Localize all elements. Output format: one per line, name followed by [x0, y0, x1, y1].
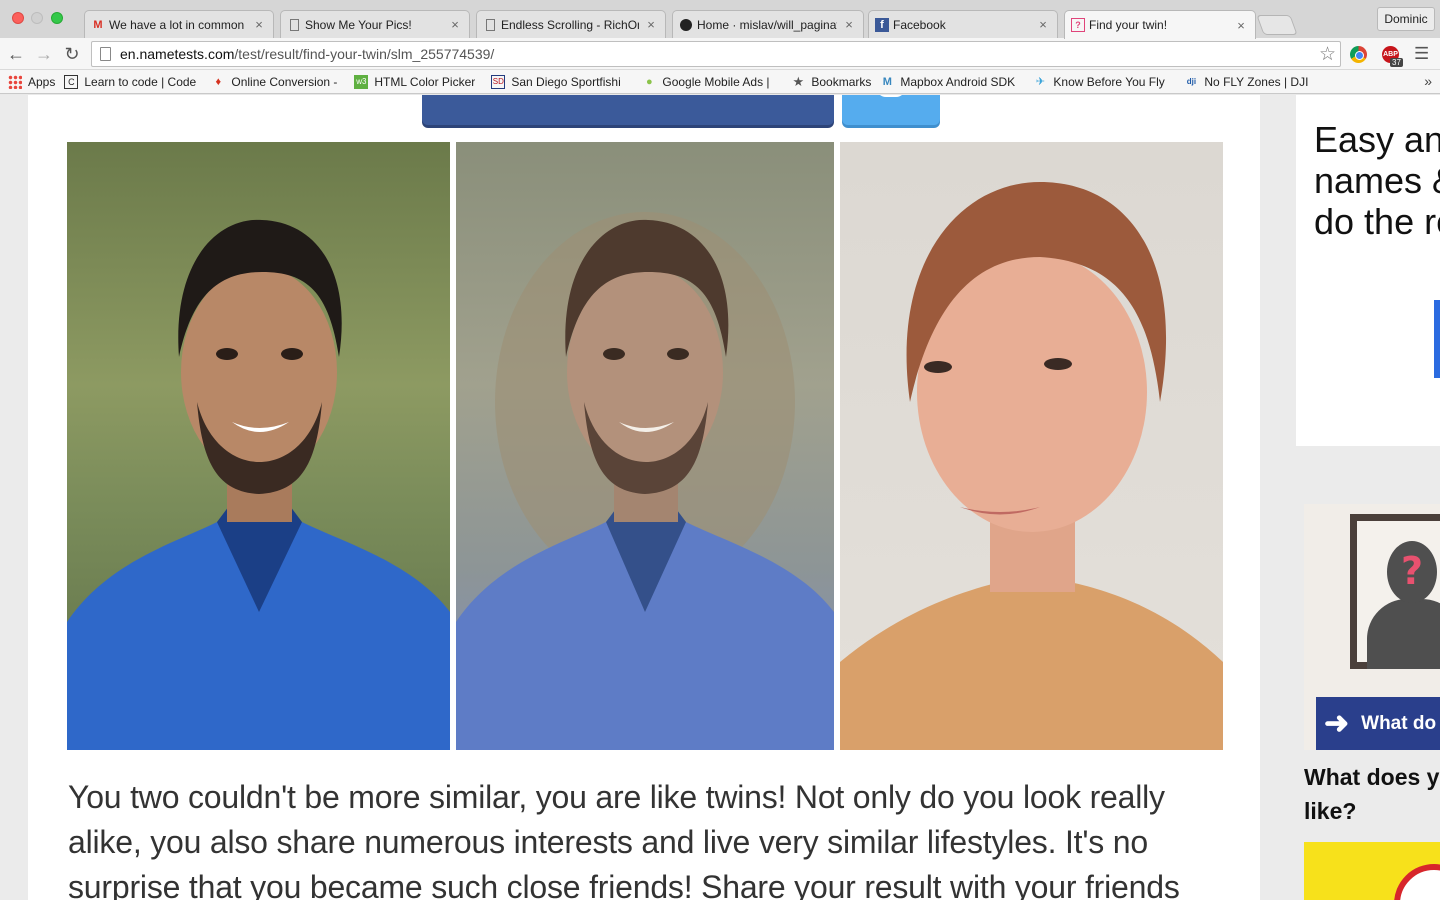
ring-graphic: [1394, 864, 1440, 900]
nametests-icon: ?: [1071, 18, 1085, 32]
bookmark-label: Online Conversion -: [231, 74, 338, 89]
bookmark-label: Bookmarks: [811, 74, 872, 89]
bookmark-label: No FLY Zones | DJI: [1204, 74, 1309, 89]
silhouette-icon: [1367, 599, 1440, 669]
facebook-icon: f: [875, 17, 889, 32]
mapbox-icon: M: [882, 75, 892, 88]
w3-icon: w3: [354, 74, 369, 89]
bookmark-know-before-you-fly[interactable]: ✈ Know Before You Fly: [1033, 75, 1175, 89]
twitter-share-button[interactable]: [842, 95, 940, 125]
tab-title: Endless Scrolling - RichOnl: [501, 17, 639, 32]
promo-headline: Easy and names & do the re: [1314, 119, 1440, 242]
tab-github[interactable]: Home · mislav/will_paginate ×: [672, 10, 864, 38]
tab-close-icon[interactable]: ×: [253, 17, 265, 32]
tab-title: Home · mislav/will_paginate: [697, 17, 837, 32]
tab-close-icon[interactable]: ×: [1037, 17, 1049, 32]
tab-facebook[interactable]: f Facebook ×: [868, 10, 1058, 38]
tab-gmail[interactable]: M We have a lot in common - ×: [84, 10, 274, 38]
result-card: You two couldn't be more similar, you ar…: [28, 95, 1260, 900]
window-minimize-button[interactable]: [31, 12, 43, 24]
adblock-count-badge: 37: [1390, 58, 1403, 67]
tab-title: We have a lot in common -: [109, 17, 247, 32]
new-tab-button[interactable]: [1256, 15, 1298, 35]
sidebar-quiz-thumbnail[interactable]: ? ➜ What do: [1304, 504, 1440, 750]
bookmark-label: Know Before You Fly: [1053, 74, 1165, 89]
picture-frame: ?: [1350, 514, 1440, 669]
arrow-right-icon: ➜: [1324, 706, 1350, 740]
matched-friend-photo: [840, 142, 1223, 750]
chrome-extension-icon[interactable]: [1350, 46, 1367, 63]
tab-close-icon[interactable]: ×: [449, 17, 461, 32]
tab-title: Find your twin!: [1089, 18, 1168, 32]
promo-button-edge[interactable]: [1434, 300, 1440, 378]
tab-close-icon[interactable]: ×: [1235, 18, 1247, 33]
tab-strip: M We have a lot in common - × Show Me Yo…: [0, 0, 1440, 39]
twin-result-image: [67, 142, 1223, 750]
bookmark-label: Apps: [28, 74, 56, 89]
github-icon: [679, 18, 693, 32]
sidebar-quiz-title[interactable]: What does y like?: [1304, 760, 1440, 828]
forward-icon[interactable]: →: [32, 42, 56, 66]
bookmark-no-fly-zones-dji[interactable]: dji No FLY Zones | DJI: [1184, 74, 1309, 89]
back-icon[interactable]: ←: [4, 42, 28, 66]
bookmark-apps[interactable]: Apps: [8, 74, 56, 89]
browser-toolbar: ← → ↻ en.nametests.com/test/result/find-…: [0, 38, 1440, 70]
conversion-icon: ♦: [215, 75, 222, 88]
chrome-menu-icon[interactable]: ☰: [1414, 44, 1429, 64]
quiz-banner-label: What do: [1361, 712, 1437, 734]
bookmarks-overflow-icon[interactable]: »: [1424, 73, 1432, 89]
result-description: You two couldn't be more similar, you ar…: [68, 779, 1180, 900]
address-bar[interactable]: en.nametests.com/test/result/find-your-t…: [91, 41, 1341, 67]
page-icon: [287, 18, 301, 32]
quiz-banner[interactable]: ➜ What do: [1316, 697, 1440, 750]
page-viewport[interactable]: You two couldn't be more similar, you ar…: [0, 95, 1440, 900]
tab-close-icon[interactable]: ×: [645, 17, 657, 32]
question-mark-icon: ?: [1401, 549, 1424, 593]
android-icon: ●: [646, 75, 653, 88]
tab-find-your-twin[interactable]: ? Find your twin! ×: [1064, 10, 1256, 39]
url-host: en.nametests.com: [120, 46, 235, 62]
url-text[interactable]: en.nametests.com/test/result/find-your-t…: [120, 46, 494, 62]
bookmark-label: HTML Color Picker: [374, 74, 476, 89]
star-icon: ★: [792, 74, 805, 89]
sidebar-promo-card: Easy and names & do the re: [1296, 95, 1440, 446]
dji-icon: dji: [1186, 77, 1197, 86]
bookmark-bookmarks-folder[interactable]: ★ Bookmarks: [791, 74, 872, 89]
bookmark-label: San Diego Sportfishi: [511, 74, 621, 89]
facebook-share-button[interactable]: [422, 95, 834, 125]
bookmark-google-mobile-ads[interactable]: ● Google Mobile Ads |: [642, 75, 782, 89]
bookmark-label: Mapbox Android SDK: [900, 74, 1016, 89]
bookmark-codecademy[interactable]: C Learn to code | Code: [64, 74, 202, 89]
profile-button[interactable]: Dominic: [1377, 7, 1435, 31]
bookmark-label: Google Mobile Ads |: [662, 74, 770, 89]
bookmark-mapbox-android-sdk[interactable]: M Mapbox Android SDK: [880, 75, 1024, 89]
tab-close-icon[interactable]: ×: [843, 17, 855, 32]
reload-icon[interactable]: ↻: [60, 42, 84, 66]
bookmark-san-diego-sportfishing[interactable]: SD San Diego Sportfishi: [491, 74, 633, 89]
gmail-icon: M: [93, 18, 103, 31]
tab-title: Facebook: [893, 17, 946, 32]
page-icon: [483, 18, 497, 32]
bookmark-star-icon[interactable]: ☆: [1319, 43, 1336, 66]
window-close-button[interactable]: [12, 12, 24, 24]
tab-endless-scrolling[interactable]: Endless Scrolling - RichOnl ×: [476, 10, 666, 38]
window-maximize-button[interactable]: [51, 12, 63, 24]
bookmark-online-conversion[interactable]: ♦ Online Conversion -: [211, 75, 345, 89]
user-photo: [67, 142, 450, 750]
page-info-icon[interactable]: [100, 47, 111, 61]
codecademy-icon: C: [64, 74, 79, 89]
sportfishing-icon: SD: [491, 74, 506, 89]
drone-icon: ✈: [1035, 76, 1045, 88]
url-path: /test/result/find-your-twin/slm_25577453…: [234, 46, 495, 62]
blended-twin-photo: [456, 142, 834, 750]
bookmark-html-color-picker[interactable]: w3 HTML Color Picker: [354, 74, 482, 89]
bookmarks-bar: Apps C Learn to code | Code ♦ Online Con…: [0, 70, 1440, 94]
apps-grid-icon: [8, 74, 22, 89]
bookmark-label: Learn to code | Code: [84, 74, 197, 89]
sidebar-next-quiz-thumbnail[interactable]: [1304, 842, 1440, 900]
tab-show-me-your-pics[interactable]: Show Me Your Pics! ×: [280, 10, 470, 38]
twitter-icon: [876, 95, 906, 97]
tab-title: Show Me Your Pics!: [305, 17, 412, 32]
